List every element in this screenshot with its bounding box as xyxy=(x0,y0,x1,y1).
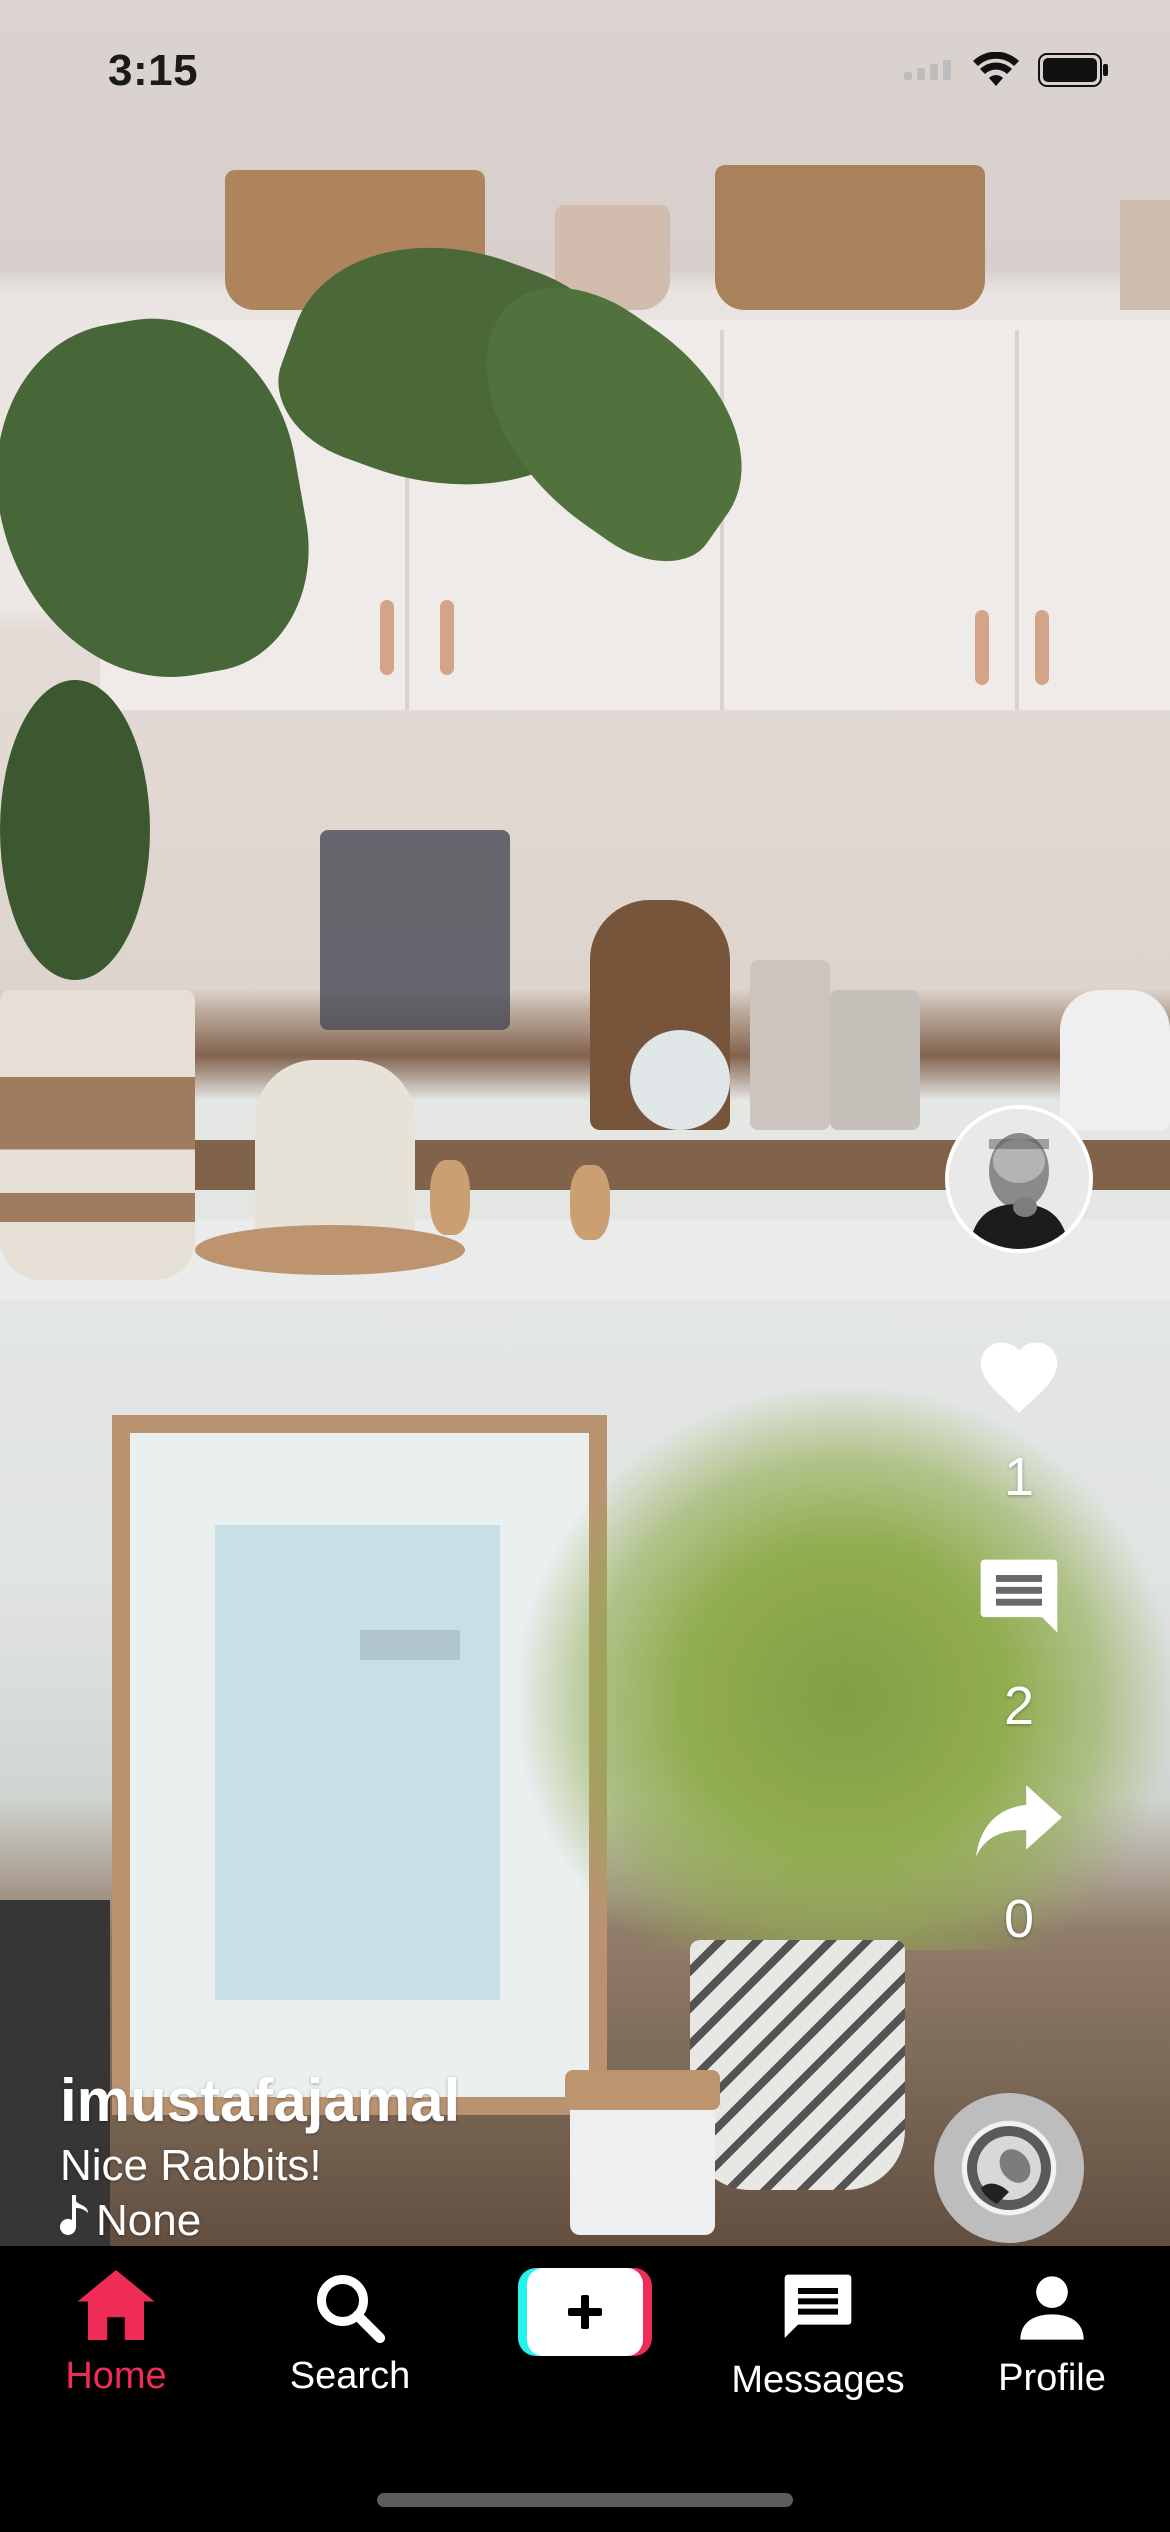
music-info[interactable]: None xyxy=(60,2195,460,2248)
status-bar-time: 3:15 xyxy=(108,46,199,95)
add-icon[interactable] xyxy=(518,2268,652,2356)
music-disc-avatar xyxy=(967,2126,1051,2210)
video-actions: 1 2 0 xyxy=(944,1105,1094,1946)
music-disc[interactable] xyxy=(934,2093,1084,2243)
heart-icon[interactable] xyxy=(973,1331,1065,1420)
tab-search[interactable]: Search xyxy=(250,2272,450,2398)
like-count: 1 xyxy=(1003,1447,1035,1507)
share-count: 0 xyxy=(1003,1889,1035,1949)
creator-avatar[interactable] xyxy=(945,1105,1093,1253)
tab-home[interactable]: Home xyxy=(16,2266,216,2398)
tab-search-label: Search xyxy=(289,2355,411,2397)
battery-icon xyxy=(1038,53,1110,92)
search-icon[interactable] xyxy=(314,2272,386,2349)
creator-username[interactable]: imustafajamal xyxy=(60,2068,460,2134)
tab-profile-label: Profile xyxy=(998,2357,1106,2399)
creator-avatar-image xyxy=(949,1109,1089,1249)
share-action[interactable]: 0 xyxy=(976,1785,1062,1946)
comment-count: 2 xyxy=(1003,1676,1035,1736)
share-icon[interactable] xyxy=(976,1785,1062,1862)
video-caption: imustafajamal Nice Rabbits! None xyxy=(60,2068,460,2248)
comment-action[interactable]: 2 xyxy=(973,1552,1065,1733)
tab-home-label: Home xyxy=(65,2355,167,2397)
like-action[interactable]: 1 xyxy=(973,1331,1065,1504)
music-note-icon xyxy=(60,2195,90,2248)
tab-messages-label: Messages xyxy=(731,2359,905,2401)
cellular-signal-icon xyxy=(904,60,954,85)
person-icon[interactable] xyxy=(1014,2270,1090,2351)
tab-profile[interactable]: Profile xyxy=(952,2270,1152,2400)
video-description: Nice Rabbits! xyxy=(60,2141,322,2190)
home-icon[interactable] xyxy=(74,2266,158,2349)
comment-icon[interactable] xyxy=(973,1552,1065,1649)
tab-messages[interactable]: Messages xyxy=(718,2268,918,2402)
message-icon[interactable] xyxy=(778,2268,858,2353)
status-bar-icons xyxy=(904,51,1110,93)
add-video-button[interactable] xyxy=(518,2268,652,2356)
home-indicator[interactable] xyxy=(377,2493,793,2507)
bottom-tab-bar: Home Search Messages Profile xyxy=(0,2246,1170,2532)
music-title: None xyxy=(96,2196,202,2245)
video-feed-screen: 3:15 1 2 0 imustafajamal Nice Rabbits! N… xyxy=(0,0,1170,2532)
wifi-icon xyxy=(972,51,1020,93)
